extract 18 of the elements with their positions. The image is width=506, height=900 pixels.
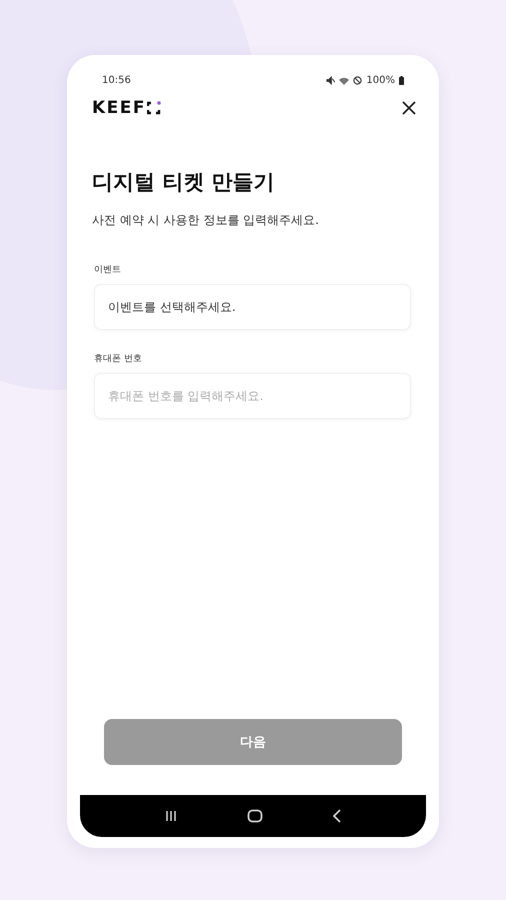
logo-mark-icon bbox=[147, 101, 162, 115]
wifi-icon bbox=[339, 76, 350, 84]
mute-icon bbox=[326, 76, 336, 85]
page-subtitle: 사전 예약 시 사용한 정보를 입력해주세요. bbox=[92, 212, 320, 229]
close-icon[interactable] bbox=[401, 100, 417, 116]
battery-percent: 100% bbox=[366, 75, 395, 86]
status-time: 10:56 bbox=[102, 75, 131, 86]
back-icon[interactable] bbox=[332, 809, 342, 823]
input-field[interactable]: 이벤트를 선택해주세요. bbox=[94, 284, 411, 330]
field-label: 이벤트 bbox=[94, 264, 122, 276]
home-icon[interactable] bbox=[246, 809, 263, 823]
recent-apps-icon[interactable] bbox=[164, 810, 178, 822]
do-not-disturb-icon bbox=[353, 76, 362, 85]
field-label: 휴대폰 번호 bbox=[94, 353, 143, 365]
input-field[interactable]: 휴대폰 번호를 입력해주세요. bbox=[94, 373, 411, 419]
battery-icon bbox=[399, 76, 404, 85]
page-title: 디지털 티켓 만들기 bbox=[92, 169, 276, 196]
logo-text: KEEF bbox=[92, 98, 146, 118]
